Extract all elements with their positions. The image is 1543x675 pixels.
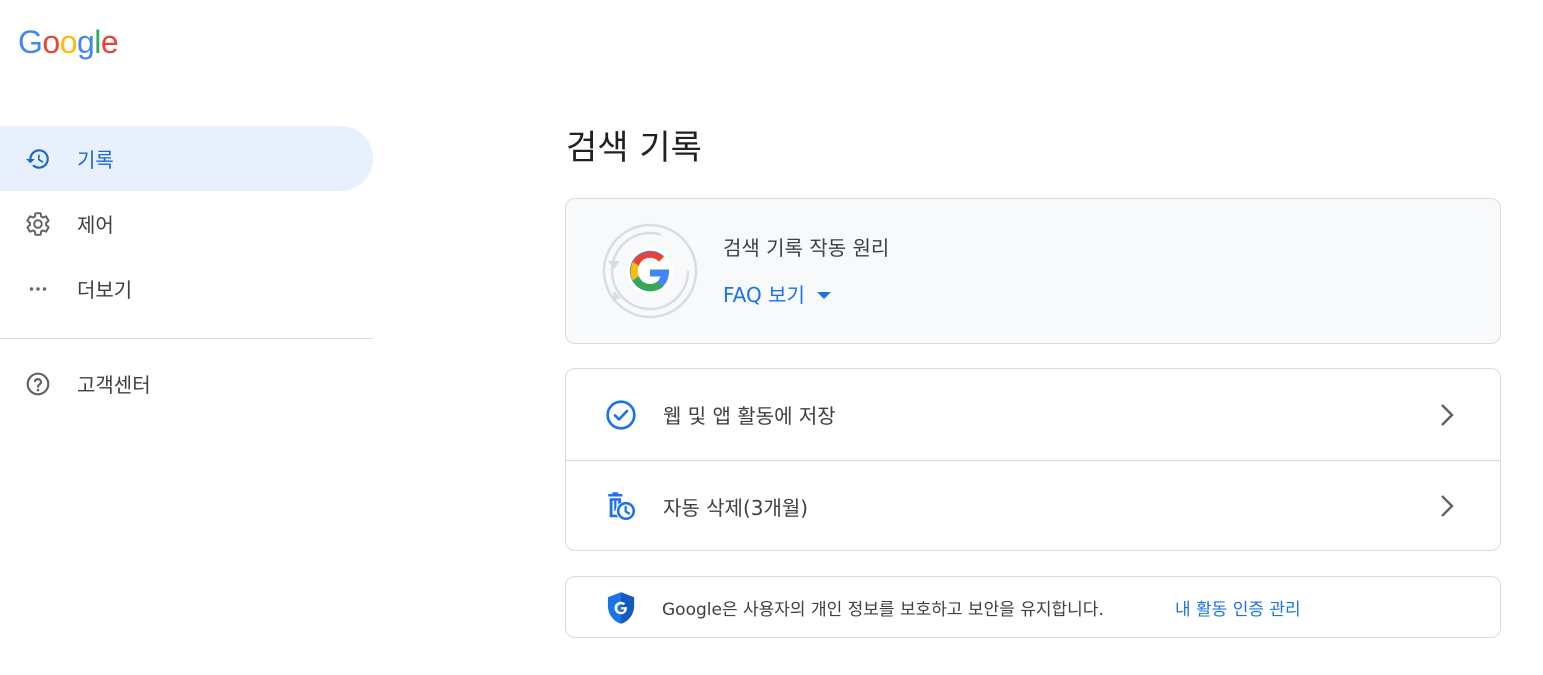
sidebar-item-label: 기록 xyxy=(77,148,114,172)
google-logo[interactable]: G o o g l e xyxy=(18,24,119,64)
faq-card: 검색 기록 작동 원리 FAQ 보기 xyxy=(565,198,1501,344)
auto-delete-row[interactable]: 자동 삭제(3개월) xyxy=(566,460,1500,550)
logo-letter: G xyxy=(18,24,43,60)
web-app-activity-row[interactable]: 웹 및 앱 활동에 저장 xyxy=(566,369,1500,460)
check-circle-icon xyxy=(604,398,638,432)
logo-letter: g xyxy=(76,24,95,60)
auto-delete-label: 자동 삭제(3개월) xyxy=(663,495,809,520)
main-content: 검색 기록 검색 기록 작동 원리 FAQ 보기 웹 및 앱 활동에 저장 자동… xyxy=(565,120,1501,638)
sidebar-divider xyxy=(0,338,373,339)
sidebar-item-label: 더보기 xyxy=(77,278,133,302)
manage-activity-verification-link[interactable]: 내 활동 인증 관리 xyxy=(1175,595,1301,620)
history-icon xyxy=(24,145,52,173)
logo-letter: o xyxy=(42,24,60,60)
sidebar-item-label: 고객센터 xyxy=(77,373,151,397)
logo-letter: o xyxy=(59,24,78,60)
help-icon xyxy=(24,370,52,398)
google-shield-icon xyxy=(607,592,635,624)
privacy-card: Google은 사용자의 개인 정보를 보호하고 보안을 유지합니다. 내 활동… xyxy=(565,576,1501,638)
faq-toggle-link[interactable]: FAQ 보기 xyxy=(723,279,831,308)
privacy-text: Google은 사용자의 개인 정보를 보호하고 보안을 유지합니다. xyxy=(662,599,1104,620)
sidebar-item-more[interactable]: 더보기 xyxy=(0,256,373,321)
sidebar-item-controls[interactable]: 제어 xyxy=(0,191,373,256)
logo-letter: l xyxy=(94,24,101,60)
chevron-right-icon xyxy=(1436,491,1458,521)
settings-card: 웹 및 앱 활동에 저장 자동 삭제(3개월) xyxy=(565,368,1501,551)
sidebar-item-help[interactable]: 고객센터 xyxy=(0,351,373,416)
google-history-illustration-icon xyxy=(602,223,698,319)
chevron-right-icon xyxy=(1436,400,1458,430)
logo-letter: e xyxy=(100,24,119,60)
web-app-activity-label: 웹 및 앱 활동에 저장 xyxy=(663,404,836,428)
gear-icon xyxy=(24,210,52,238)
more-horiz-icon xyxy=(24,275,52,303)
sidebar-item-history[interactable]: 기록 xyxy=(0,126,373,191)
caret-down-icon xyxy=(816,292,831,299)
auto-delete-icon xyxy=(604,489,638,523)
sidebar-nav: 기록 제어 더보기 고객센터 xyxy=(0,126,373,416)
sidebar-item-label: 제어 xyxy=(77,213,114,237)
page-title: 검색 기록 xyxy=(566,128,702,168)
faq-link-label: FAQ 보기 xyxy=(723,283,805,307)
faq-title: 검색 기록 작동 원리 xyxy=(723,236,890,260)
